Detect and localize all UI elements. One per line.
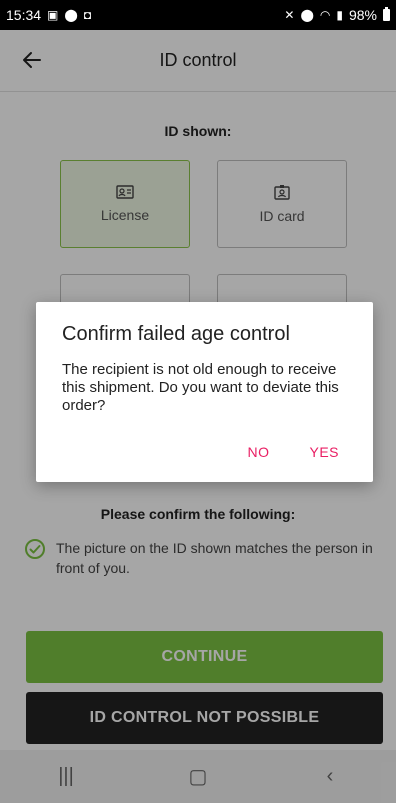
status-right: ✕ ⬤ ◠ ▮ 98% xyxy=(284,7,390,23)
app-notification-icon: ◘ xyxy=(83,8,92,22)
battery-icon xyxy=(383,7,390,21)
dialog-yes-button[interactable]: YES xyxy=(309,444,339,460)
dialog-title: Confirm failed age control xyxy=(62,323,290,345)
location-icon: ⬤ xyxy=(64,8,78,22)
status-left: 15:34 ▣ ⬤ ◘ xyxy=(6,7,91,23)
dialog-actions: NO YES xyxy=(247,444,339,460)
location-status-icon: ⬤ xyxy=(300,8,314,22)
image-notification-icon: ▣ xyxy=(47,8,59,22)
battery-percent: 98% xyxy=(348,7,377,23)
status-time: 15:34 xyxy=(6,7,42,23)
signal-icon: ▮ xyxy=(336,8,343,22)
confirm-failed-age-dialog: Confirm failed age control The recipient… xyxy=(36,302,373,482)
dialog-no-button[interactable]: NO xyxy=(247,444,269,460)
dialog-message: The recipient is not old enough to recei… xyxy=(62,361,339,414)
wifi-icon: ◠ xyxy=(319,8,331,22)
mute-icon: ✕ xyxy=(284,8,295,22)
screen: 15:34 ▣ ⬤ ◘ ✕ ⬤ ◠ ▮ 98% ID control ID sh… xyxy=(0,0,396,803)
status-bar: 15:34 ▣ ⬤ ◘ ✕ ⬤ ◠ ▮ 98% xyxy=(0,0,396,30)
